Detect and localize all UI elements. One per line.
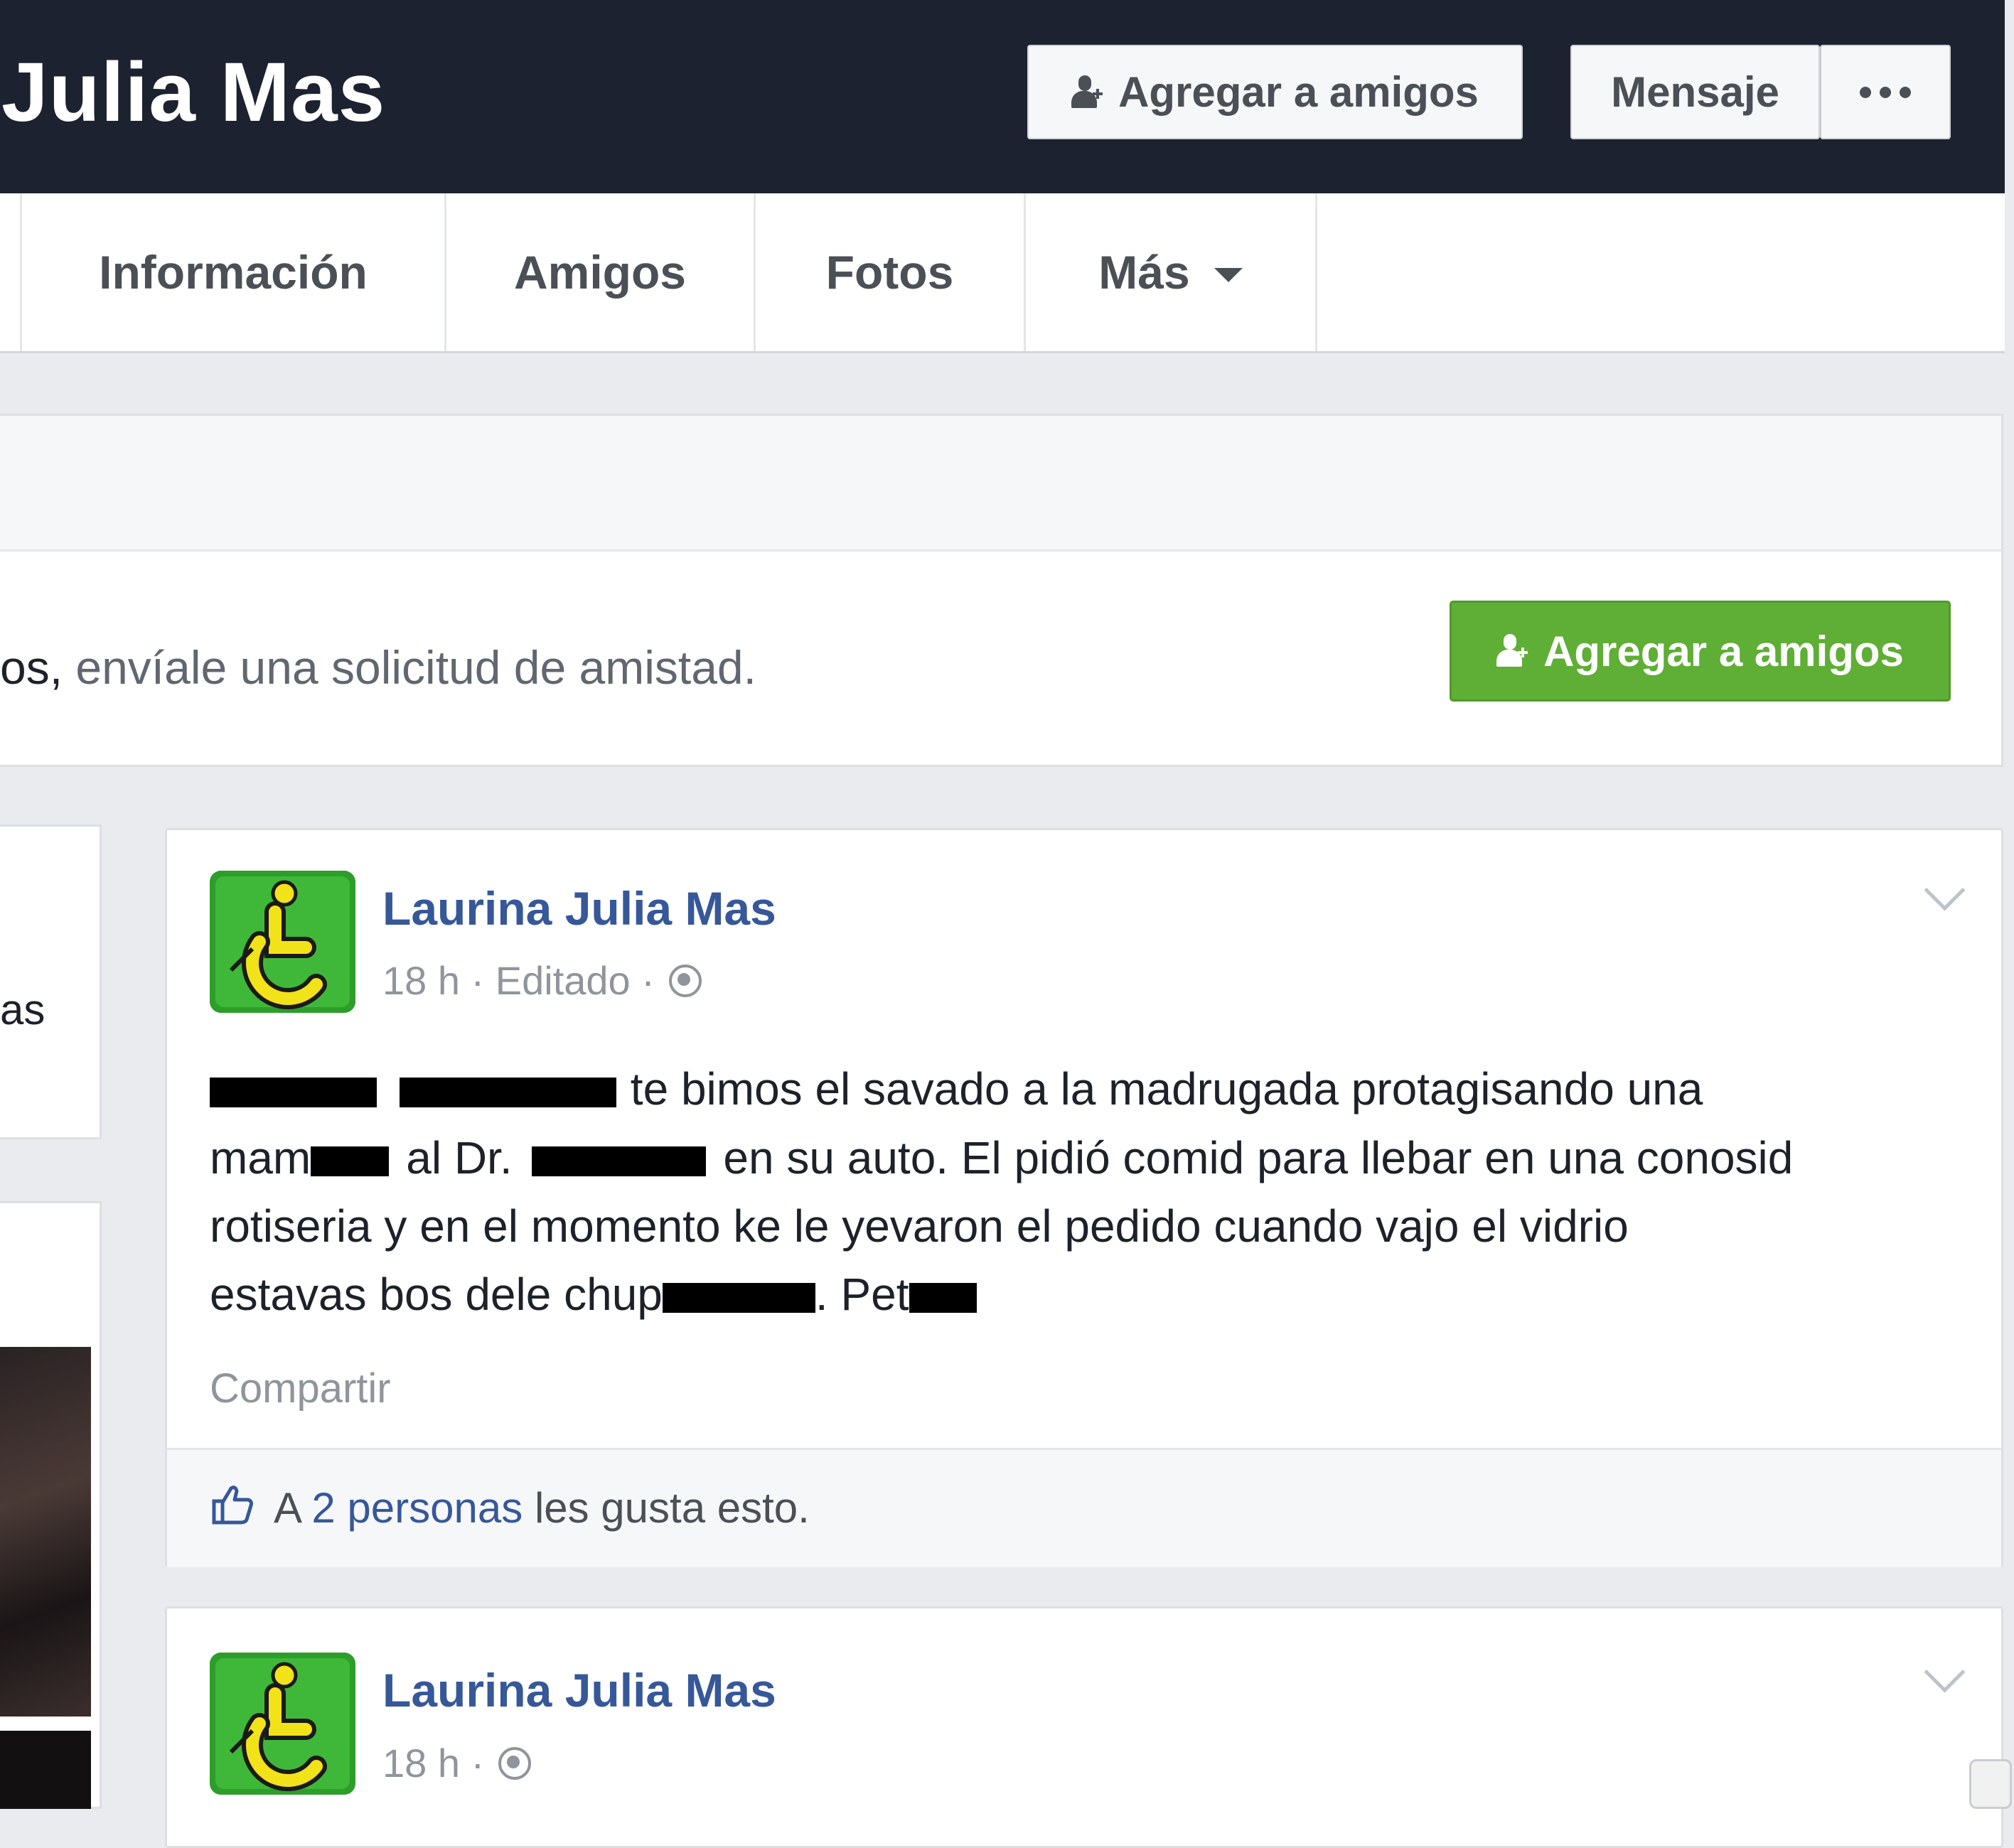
tab-label: Más	[1098, 246, 1190, 299]
redaction-bar	[532, 1146, 707, 1177]
left-intro-card	[0, 824, 102, 1139]
banner-text-body: envíale una solicitud de amistad.	[63, 641, 756, 694]
post-text: mam	[210, 1132, 311, 1183]
redaction-bar	[399, 1078, 616, 1108]
post-edited-label[interactable]: Editado	[496, 957, 631, 1004]
post-text-line: te bimos el savado a la madrugada protag…	[210, 1063, 1703, 1115]
photo-thumbnail[interactable]	[0, 1731, 91, 1809]
add-friend-primary-button[interactable]: Agregar a amigos	[1450, 601, 1951, 702]
post-text: en su auto. El pidió comid para llebar e…	[723, 1132, 1794, 1183]
add-friend-primary-label: Agregar a amigos	[1543, 627, 1904, 675]
redaction-bar	[210, 1078, 377, 1108]
meta-separator: ·	[460, 958, 496, 1003]
likes-suffix: les gusta esto.	[534, 1484, 810, 1532]
add-friend-button[interactable]: Agregar a amigos	[1027, 45, 1523, 139]
likes-count-link[interactable]: 2 personas	[311, 1484, 523, 1532]
globe-icon	[668, 964, 702, 997]
friend-request-banner: os, envíale una solicitud de amistad.	[0, 414, 2003, 767]
left-intro-text: as	[0, 986, 45, 1033]
post-text-line: rotiseria y en el momento ke le yevaron …	[210, 1200, 1629, 1252]
post-text: . Pet	[815, 1269, 909, 1320]
author-avatar[interactable]	[210, 1653, 355, 1795]
redaction-bar	[909, 1283, 977, 1314]
add-friend-icon	[1071, 74, 1103, 111]
post-text: te bimos el savado a la madrugada protag…	[630, 1063, 1703, 1114]
photo-thumbnail[interactable]	[0, 1347, 91, 1717]
post-meta: 18 h · Editado ·	[382, 957, 702, 1004]
like-thumb-icon[interactable]	[210, 1481, 255, 1527]
tab-label: Información	[99, 246, 368, 299]
banner-text: os, envíale una solicitud de amistad.	[0, 640, 756, 694]
caret-down-icon	[1214, 268, 1243, 282]
accessibility-avatar-icon	[210, 1653, 355, 1795]
banner-text-prefix: os,	[0, 641, 63, 694]
post-time[interactable]: 18 h	[382, 1740, 460, 1786]
more-dots-icon	[1860, 86, 1911, 98]
post-text: estavas bos dele chup	[210, 1269, 663, 1320]
post-author-name[interactable]: Laurina Julia Mas	[382, 1663, 776, 1717]
redaction-bar	[662, 1283, 815, 1314]
tab-more[interactable]: Más	[1026, 193, 1317, 351]
banner-header	[0, 416, 2001, 552]
scrollbar[interactable]	[1969, 1759, 2012, 1809]
tab-label: Fotos	[825, 246, 954, 299]
post-author-name[interactable]: Laurina Julia Mas	[382, 881, 776, 935]
tab-information[interactable]: Información	[20, 193, 446, 351]
tab-label: Amigos	[513, 246, 687, 299]
share-link[interactable]: Compartir	[210, 1365, 391, 1412]
author-avatar[interactable]	[210, 871, 355, 1013]
profile-name[interactable]: Julia Mas	[1, 44, 385, 141]
more-options-button[interactable]	[1820, 45, 1951, 139]
globe-icon	[498, 1746, 532, 1780]
likes-prefix: A	[274, 1484, 300, 1532]
likes-summary: A 2 personas les gusta esto.	[274, 1483, 810, 1532]
message-button[interactable]: Mensaje	[1570, 45, 1820, 139]
message-label: Mensaje	[1611, 68, 1779, 116]
meta-separator: ·	[460, 1741, 485, 1785]
post-text-line: mam al Dr. en su auto. El pidió comid par…	[210, 1132, 1793, 1184]
post-time[interactable]: 18 h	[382, 957, 460, 1004]
tab-photos[interactable]: Fotos	[756, 193, 1026, 351]
profile-tab-bar: Información Amigos Fotos Más	[0, 193, 2005, 353]
post-meta: 18 h ·	[382, 1740, 532, 1786]
meta-separator: ·	[630, 958, 655, 1003]
add-friend-label: Agregar a amigos	[1118, 68, 1479, 116]
post-text-line: estavas bos dele chup . Pet	[210, 1268, 977, 1321]
add-friend-icon	[1496, 633, 1528, 670]
post-text: al Dr.	[406, 1132, 513, 1183]
tab-friends[interactable]: Amigos	[446, 193, 756, 351]
redaction-bar	[311, 1146, 390, 1177]
timeline-post	[165, 1606, 2003, 1848]
accessibility-avatar-icon	[210, 871, 355, 1013]
